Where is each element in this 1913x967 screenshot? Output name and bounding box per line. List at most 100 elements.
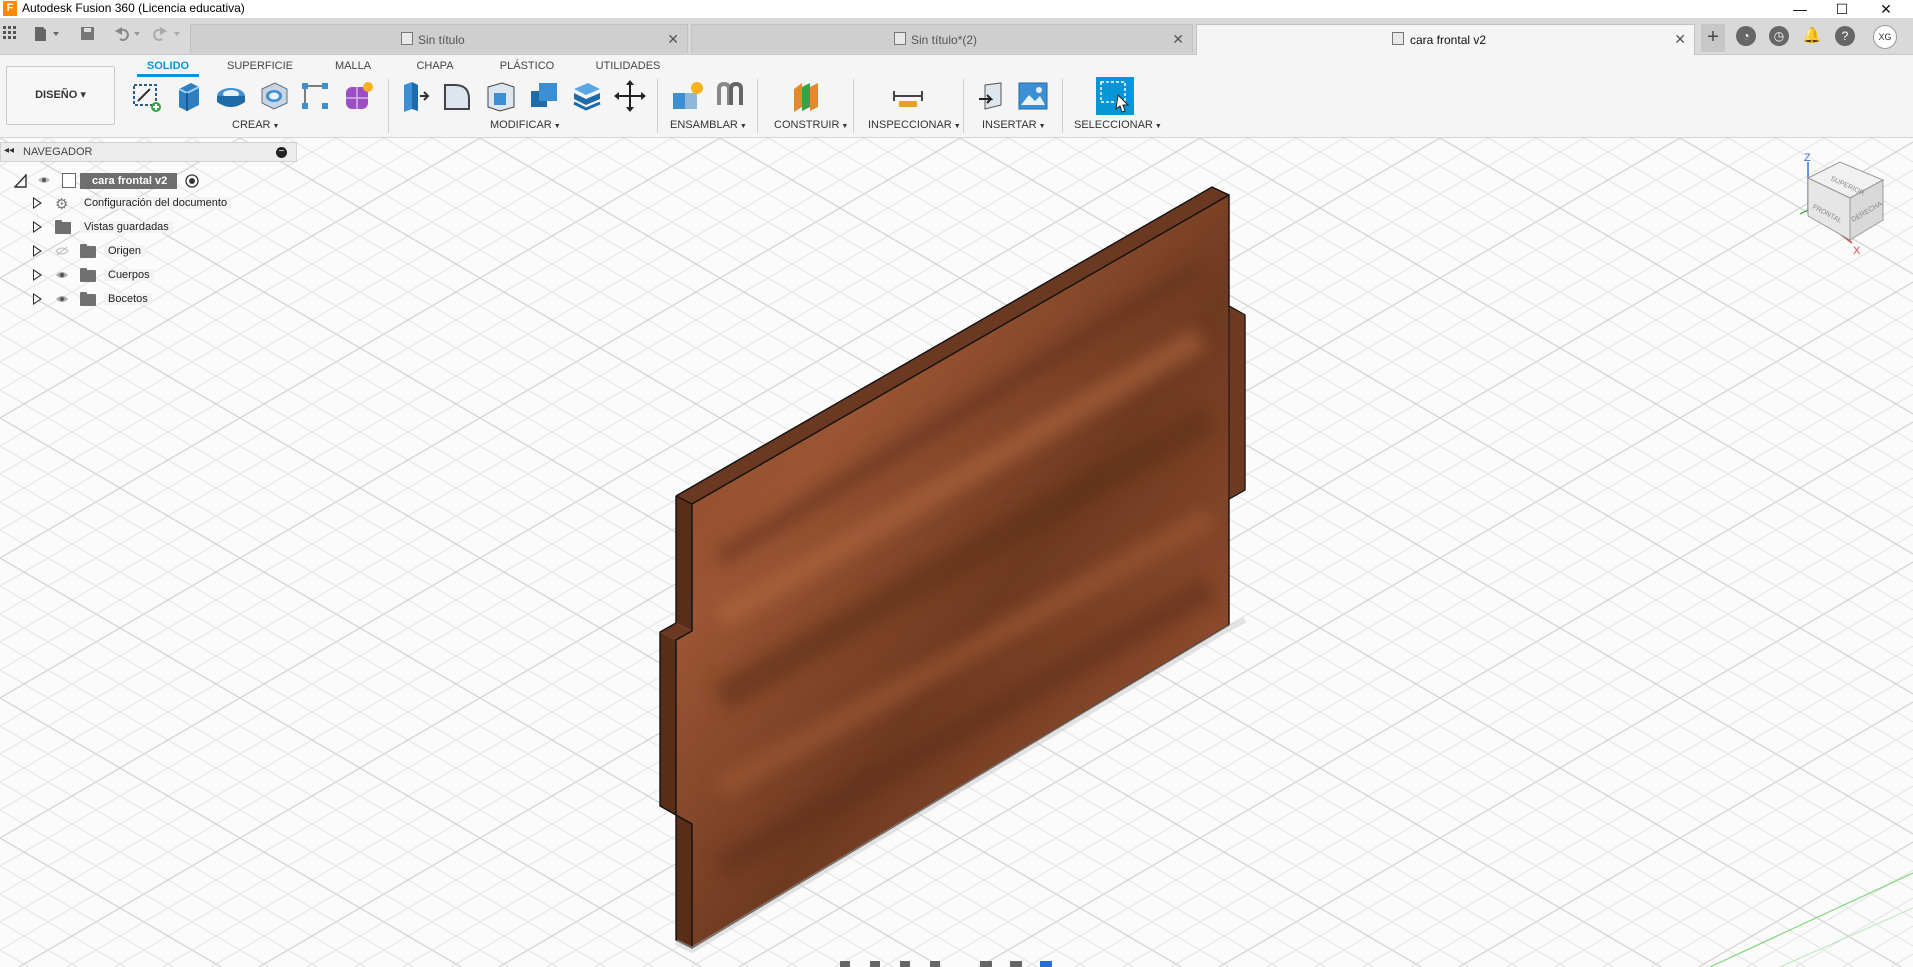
- window-title: Autodesk Fusion 360 (Licencia educativa): [22, 1, 245, 15]
- activate-radio-icon[interactable]: [185, 174, 199, 188]
- axis-z-label: Z: [1804, 152, 1811, 164]
- redo-icon[interactable]: [152, 26, 182, 46]
- expand-arrow-icon[interactable]: [33, 269, 42, 281]
- visibility-eye-icon[interactable]: [55, 294, 69, 304]
- tab-plastico[interactable]: PLÁSTICO: [492, 58, 562, 74]
- inspect-menu[interactable]: INSPECCIONAR ▼: [868, 119, 961, 131]
- fillet-icon[interactable]: [441, 79, 475, 113]
- gear-icon: ⚙: [55, 196, 69, 213]
- pattern-icon[interactable]: [298, 79, 332, 113]
- move-copy-icon[interactable]: [613, 79, 647, 113]
- minimize-panel-icon[interactable]: −: [276, 147, 287, 158]
- toolbar-divider: [853, 79, 854, 133]
- split-body-icon[interactable]: [570, 79, 604, 113]
- toolbar-divider: [657, 79, 658, 133]
- expand-arrow-icon[interactable]: [33, 245, 42, 257]
- expand-arrow-icon[interactable]: [33, 293, 42, 305]
- apps-grid-icon[interactable]: [3, 26, 17, 46]
- new-tab-button[interactable]: +: [1701, 24, 1725, 52]
- shell-icon[interactable]: [484, 79, 518, 113]
- new-component-icon[interactable]: [670, 79, 704, 113]
- document-tab-bar: Sin título ✕ Sin título*(2) ✕ cara front…: [0, 18, 1913, 55]
- maximize-button[interactable]: ☐: [1822, 0, 1862, 18]
- tab-label: cara frontal v2: [1410, 33, 1487, 47]
- insert-derive-icon[interactable]: [975, 79, 1009, 113]
- combine-icon[interactable]: [527, 79, 561, 113]
- select-menu[interactable]: SELECCIONAR ▼: [1074, 119, 1162, 131]
- expand-collapse-icon[interactable]: [14, 174, 28, 188]
- tab-sin-titulo-2[interactable]: Sin título*(2) ✕: [691, 24, 1193, 53]
- canvas-viewport[interactable]: [0, 138, 1913, 967]
- collapse-panel-icon[interactable]: ◂◂: [4, 145, 14, 156]
- modify-menu[interactable]: MODIFICAR ▼: [490, 119, 561, 131]
- user-avatar[interactable]: XG: [1873, 25, 1897, 49]
- view-cube[interactable]: Z X SUPERIOR FRONTAL DERECHA: [1790, 150, 1910, 260]
- expand-arrow-icon[interactable]: [33, 221, 42, 233]
- revolve-icon[interactable]: [214, 79, 248, 113]
- tab-label: Sin título*(2): [911, 33, 978, 47]
- folder-icon: [80, 268, 96, 282]
- measure-icon[interactable]: [891, 79, 925, 113]
- create-sketch-icon[interactable]: [130, 79, 164, 113]
- tab-superficie[interactable]: SUPERFICIE: [225, 58, 295, 74]
- create-form-icon[interactable]: [341, 79, 375, 113]
- toolbar-divider: [757, 79, 758, 133]
- component-icon: [62, 173, 76, 188]
- expand-arrow-icon[interactable]: [33, 197, 42, 209]
- undo-icon[interactable]: [112, 26, 142, 46]
- tree-item-bodies[interactable]: Cuerpos: [0, 266, 240, 286]
- tree-item-label: Bocetos: [104, 293, 152, 305]
- offset-plane-icon[interactable]: [790, 79, 824, 113]
- workspace-switcher-button[interactable]: DISEÑO ▾: [6, 66, 115, 125]
- folder-icon: [80, 244, 96, 258]
- tree-item-document-settings[interactable]: ⚙ Configuración del documento: [0, 194, 240, 214]
- tree-item-origin[interactable]: Origen: [0, 242, 240, 262]
- assemble-menu[interactable]: ENSAMBLAR ▼: [670, 119, 747, 131]
- close-window-button[interactable]: ✕: [1866, 0, 1906, 18]
- construct-menu[interactable]: CONSTRUIR ▼: [774, 119, 848, 131]
- close-tab-icon[interactable]: ✕: [667, 31, 679, 48]
- active-tab-indicator: [137, 74, 199, 77]
- title-bar: F Autodesk Fusion 360 (Licencia educativ…: [0, 0, 1913, 18]
- tree-root-label[interactable]: cara frontal v2: [80, 173, 178, 189]
- tab-chapa[interactable]: CHAPA: [410, 58, 460, 74]
- job-status-icon[interactable]: ◷: [1769, 26, 1789, 46]
- joint-icon[interactable]: [713, 79, 747, 113]
- visibility-eye-off-icon[interactable]: [55, 246, 69, 256]
- toolbar-divider: [963, 79, 964, 133]
- extensions-icon[interactable]: ◔: [1736, 26, 1756, 46]
- ground-grid: [0, 138, 1913, 967]
- file-menu-icon[interactable]: [34, 26, 62, 46]
- press-pull-icon[interactable]: [398, 79, 432, 113]
- insert-menu[interactable]: INSERTAR ▼: [982, 119, 1046, 131]
- tree-item-saved-views[interactable]: Vistas guardadas: [0, 218, 240, 238]
- notifications-icon[interactable]: 🔔: [1802, 26, 1822, 46]
- component-icon: [1392, 32, 1404, 45]
- tree-item-label: Configuración del documento: [80, 197, 232, 209]
- tree-item-sketches[interactable]: Bocetos: [0, 290, 240, 310]
- select-icon[interactable]: [1096, 77, 1134, 115]
- browser-panel-header: ◂◂ NAVEGADOR −: [0, 142, 297, 162]
- tab-sin-titulo[interactable]: Sin título ✕: [190, 24, 688, 53]
- browser-title: NAVEGADOR: [23, 146, 93, 158]
- save-icon[interactable]: [80, 26, 96, 46]
- extrude-icon[interactable]: [171, 79, 205, 113]
- help-icon[interactable]: ?: [1835, 26, 1855, 46]
- tab-solido[interactable]: SOLIDO: [137, 58, 199, 74]
- tab-label: Sin título: [418, 33, 465, 47]
- visibility-eye-icon[interactable]: [55, 270, 69, 280]
- close-tab-icon[interactable]: ✕: [1674, 31, 1686, 48]
- folder-icon: [55, 220, 71, 234]
- create-menu[interactable]: CREAR ▼: [232, 119, 279, 131]
- toolbar-divider: [1062, 79, 1063, 133]
- axis-x-label: X: [1853, 245, 1861, 257]
- tab-cara-frontal[interactable]: cara frontal v2 ✕: [1196, 24, 1695, 55]
- navigation-bar[interactable]: [830, 958, 1070, 967]
- close-tab-icon[interactable]: ✕: [1172, 31, 1184, 48]
- canvas-image-icon[interactable]: [1016, 79, 1050, 113]
- minimize-button[interactable]: —: [1780, 0, 1820, 18]
- tab-malla[interactable]: MALLA: [327, 58, 379, 74]
- hole-icon[interactable]: [257, 79, 291, 113]
- tab-utilidades[interactable]: UTILIDADES: [592, 58, 664, 74]
- visibility-eye-icon[interactable]: [37, 175, 51, 185]
